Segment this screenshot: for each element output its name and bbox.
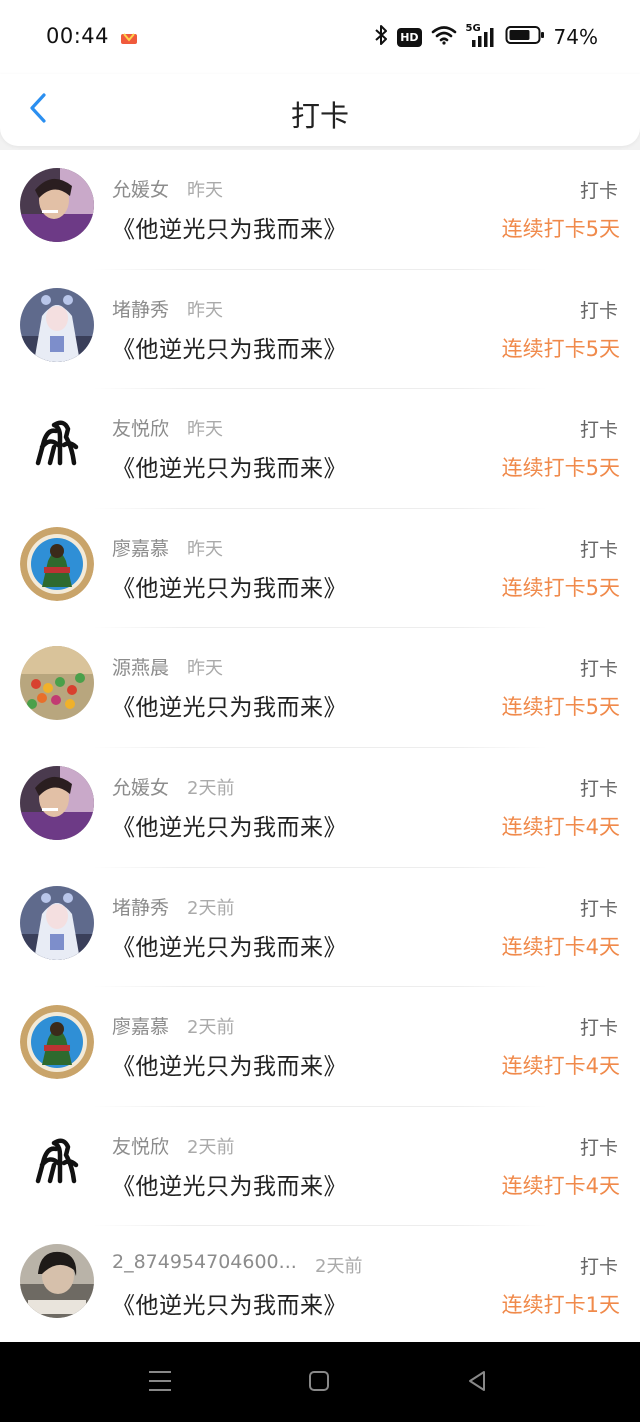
book-title[interactable]: 《他逆光只为我而来》 [112, 808, 347, 842]
avatar[interactable] [20, 287, 94, 362]
avatar[interactable] [20, 1005, 94, 1080]
streak-count: 连续打卡5天 [501, 217, 620, 241]
user-name[interactable]: 2_874954704600... [112, 1251, 297, 1273]
user-name[interactable]: 友悦欣 [112, 414, 169, 441]
book-title[interactable]: 《他逆光只为我而来》 [112, 330, 347, 364]
avatar[interactable] [20, 885, 94, 960]
checkin-list: 允媛女 昨天 《他逆光只为我而来》 打卡 连续打卡5天 堵静秀 昨天 《他逆光只为我而来》 打卡… [0, 150, 640, 1342]
streak-count: 连续打卡5天 [501, 575, 620, 600]
avatar[interactable] [20, 407, 94, 482]
checkin-label: 打卡 [579, 658, 618, 681]
streak-count: 连续打卡4天 [501, 1173, 620, 1198]
book-title[interactable]: 《他逆光只为我而来》 [112, 1047, 347, 1081]
checkin-time: 昨天 [187, 658, 223, 680]
checkin-time: 2天前 [315, 1256, 363, 1278]
checkin-label: 打卡 [579, 777, 618, 800]
checkin-row[interactable]: 源燕晨 昨天《他逆光只为我而来》 打卡连续打卡5天 [0, 628, 640, 748]
status-icons: HD 5G 74% [374, 23, 598, 50]
wifi-icon [431, 25, 457, 49]
battery-percent: 74% [553, 25, 598, 49]
checkin-label: 打卡 [579, 538, 618, 561]
menu-icon [147, 1369, 173, 1397]
checkin-time: 昨天 [187, 299, 223, 321]
avatar[interactable] [20, 1244, 94, 1319]
checkin-time: 2天前 [187, 1017, 235, 1039]
avatar[interactable] [20, 646, 94, 721]
home-icon [307, 1369, 331, 1397]
5g-signal-icon: 5G [466, 23, 496, 48]
book-title[interactable]: 《他逆光只为我而来》 [112, 569, 347, 603]
checkin-label: 打卡 [579, 1136, 618, 1159]
streak-count: 连续打卡5天 [501, 456, 620, 481]
back-nav-button[interactable] [464, 1370, 490, 1396]
menu-button[interactable] [147, 1370, 173, 1396]
bluetooth-icon [374, 24, 388, 50]
book-title[interactable]: 《他逆光只为我而来》 [112, 210, 347, 244]
app-notification-icon [120, 30, 138, 44]
avatar[interactable] [20, 168, 94, 242]
user-name[interactable]: 堵静秀 [112, 295, 169, 322]
system-nav-bar [0, 1342, 640, 1422]
book-title[interactable]: 《他逆光只为我而来》 [112, 449, 347, 483]
checkin-row[interactable]: 友悦欣 昨天《他逆光只为我而来》 打卡连续打卡5天 [0, 389, 640, 509]
streak-count: 连续打卡1天 [501, 1293, 620, 1318]
page-title: 打卡 [290, 99, 349, 133]
streak-count: 连续打卡5天 [501, 336, 620, 361]
avatar[interactable] [20, 526, 94, 601]
user-name[interactable]: 友悦欣 [112, 1132, 169, 1159]
user-name[interactable]: 廖嘉慕 [112, 1012, 169, 1039]
streak-count: 连续打卡4天 [501, 814, 620, 839]
streak-count: 连续打卡4天 [501, 1054, 620, 1079]
user-name[interactable]: 廖嘉慕 [112, 534, 169, 561]
checkin-row[interactable]: 友悦欣 2天前《他逆光只为我而来》 打卡连续打卡4天 [0, 1107, 640, 1227]
streak-count: 连续打卡5天 [501, 695, 620, 720]
checkin-label: 打卡 [579, 299, 618, 322]
checkin-row[interactable]: 廖嘉慕 昨天《他逆光只为我而来》 打卡连续打卡5天 [0, 509, 640, 629]
checkin-label: 打卡 [579, 1256, 618, 1279]
avatar[interactable] [20, 765, 94, 840]
checkin-label: 打卡 [579, 897, 618, 920]
user-name[interactable]: 源燕晨 [112, 653, 169, 680]
book-title[interactable]: 《他逆光只为我而来》 [112, 1167, 347, 1201]
checkin-label: 打卡 [579, 1017, 618, 1040]
checkin-label: 打卡 [579, 180, 618, 202]
user-name[interactable]: 允媛女 [112, 773, 169, 800]
app-header: 打卡 [0, 74, 640, 146]
checkin-row[interactable]: 允媛女 2天前《他逆光只为我而来》 打卡连续打卡4天 [0, 748, 640, 868]
hd-icon: HD [397, 27, 422, 47]
checkin-time: 昨天 [187, 180, 223, 201]
user-name[interactable]: 允媛女 [112, 175, 169, 202]
status-time: 00:44 [46, 24, 110, 48]
checkin-time: 2天前 [187, 897, 235, 919]
home-button[interactable] [306, 1370, 332, 1396]
checkin-time: 2天前 [187, 777, 235, 799]
checkin-row[interactable]: 2_874954704600... 2天前《他逆光只为我而来》 打卡连续打卡1天 [0, 1226, 640, 1342]
back-triangle-icon [465, 1369, 489, 1397]
checkin-time: 2天前 [187, 1136, 235, 1158]
book-title[interactable]: 《他逆光只为我而来》 [112, 1286, 347, 1320]
checkin-row[interactable]: 堵静秀 昨天《他逆光只为我而来》 打卡连续打卡5天 [0, 270, 640, 390]
battery-icon [505, 25, 545, 49]
checkin-time: 昨天 [187, 419, 223, 441]
checkin-row[interactable]: 堵静秀 2天前《他逆光只为我而来》 打卡连续打卡4天 [0, 868, 640, 988]
avatar[interactable] [20, 1124, 94, 1199]
book-title[interactable]: 《他逆光只为我而来》 [112, 688, 347, 722]
checkin-row[interactable]: 允媛女 昨天《他逆光只为我而来》 打卡连续打卡5天 [0, 150, 640, 270]
checkin-label: 打卡 [579, 419, 618, 442]
checkin-time: 昨天 [187, 538, 223, 560]
user-name[interactable]: 堵静秀 [112, 893, 169, 920]
streak-count: 连续打卡4天 [501, 934, 620, 959]
book-title[interactable]: 《他逆光只为我而来》 [112, 928, 347, 962]
checkin-row[interactable]: 廖嘉慕 2天前《他逆光只为我而来》 打卡连续打卡4天 [0, 987, 640, 1107]
status-bar: 00:44 HD 5G 74% [0, 0, 640, 74]
